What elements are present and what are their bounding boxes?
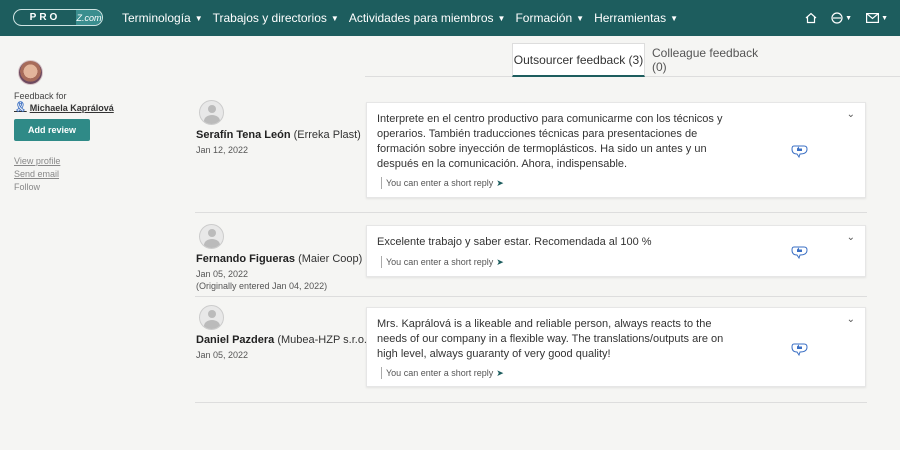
reviewer-company: (Mubea-HZP s.r.o.): [277, 334, 371, 346]
review-date: Jan 05, 2022: [196, 269, 249, 279]
caret-down-icon: ▼: [576, 13, 585, 23]
review-text: Interprete en el centro productivo para …: [377, 113, 723, 170]
reviewer-company: (Maier Coop): [298, 253, 363, 265]
caret-down-icon: ▼: [194, 13, 203, 23]
send-icon[interactable]: ➤: [496, 178, 504, 189]
ribbon-icon: 🎗: [14, 102, 27, 113]
reviewer-name-text: Serafín Tena León: [196, 129, 291, 141]
chevron-down-icon[interactable]: ⌄: [847, 314, 855, 325]
reply-input[interactable]: You can enter a short reply ➤: [381, 177, 504, 189]
review-text: Mrs. Kaprálová is a likeable and reliabl…: [377, 318, 724, 360]
chevron-down-icon[interactable]: ⌄: [847, 232, 855, 243]
review-card: Excelente trabajo y saber estar. Recomen…: [366, 225, 866, 277]
help-icon[interactable]: ▼: [831, 12, 852, 24]
main-nav: Terminología ▼ Trabajos y directorios ▼ Ac…: [122, 0, 688, 36]
caret-down-icon: ▼: [330, 13, 339, 23]
tab-outsourcer-feedback[interactable]: Outsourcer feedback (3): [512, 43, 645, 77]
thumbs-up-icon[interactable]: [791, 341, 809, 356]
reviewer-info: Daniel Pazdera (Mubea-HZP s.r.o.) Jan 05…: [196, 305, 371, 361]
avatar[interactable]: [199, 305, 224, 330]
add-review-button[interactable]: Add review: [14, 119, 90, 141]
caret-down-icon: ▼: [845, 14, 853, 22]
review-divider: [195, 296, 867, 297]
site-logo[interactable]: PRO Z.com: [13, 9, 103, 26]
follow-link[interactable]: Follow: [14, 181, 124, 194]
review-card: Mrs. Kaprálová is a likeable and reliabl…: [366, 307, 866, 387]
nav-label: Terminología: [122, 11, 191, 25]
nav-label: Trabajos y directorios: [212, 11, 327, 25]
nav-actividades[interactable]: Actividades para miembros ▼: [349, 11, 506, 25]
avatar[interactable]: [18, 60, 43, 85]
review-card: Interprete en el centro productivo para …: [366, 102, 866, 198]
nav-label: Formación: [515, 11, 573, 25]
reply-placeholder: You can enter a short reply: [386, 368, 494, 378]
nav-trabajos[interactable]: Trabajos y directorios ▼: [213, 11, 339, 25]
review-original-date: (Originally entered Jan 04, 2022): [196, 281, 328, 291]
reviewer-name: Fernando Figueras (Maier Coop): [196, 253, 363, 265]
send-email-link[interactable]: Send email: [14, 168, 124, 181]
caret-down-icon: ▼: [497, 13, 506, 23]
reviewer-name-text: Fernando Figueras: [196, 253, 296, 265]
reply-placeholder: You can enter a short reply: [386, 257, 494, 267]
reviewer-name: Daniel Pazdera (Mubea-HZP s.r.o.): [196, 334, 371, 346]
reply-cursor: [381, 256, 382, 268]
nav-label: Actividades para miembros: [348, 11, 494, 25]
review-text: Excelente trabajo y saber estar. Recomen…: [377, 236, 652, 248]
view-profile-link[interactable]: View profile: [14, 155, 124, 168]
reviewer-name-text: Daniel Pazdera: [196, 334, 275, 346]
profile-sidebar: Feedback for 🎗 Michaela Kaprálová Add re…: [14, 60, 124, 194]
nav-label: Herramientas: [594, 11, 667, 25]
mail-icon[interactable]: ▼: [866, 13, 888, 23]
caret-down-icon: ▼: [670, 13, 679, 23]
caret-down-icon: ▼: [881, 14, 888, 22]
reply-input[interactable]: You can enter a short reply ➤: [381, 367, 504, 379]
home-icon[interactable]: [805, 12, 817, 24]
reviewer-info: Serafín Tena León (Erreka Plast) Jan 12,…: [196, 100, 361, 156]
reply-input[interactable]: You can enter a short reply ➤: [381, 256, 504, 268]
review-date: Jan 05, 2022: [196, 350, 249, 360]
sidebar-links: View profile Send email Follow: [14, 155, 124, 194]
avatar[interactable]: [199, 100, 224, 125]
top-icons: ▼ ▼: [791, 0, 900, 36]
logo-left: PRO: [29, 12, 61, 23]
nav-formacion[interactable]: Formación ▼: [515, 11, 584, 25]
reply-cursor: [381, 177, 382, 189]
top-navbar: PRO Z.com Terminología ▼ Trabajos y direc…: [0, 0, 900, 36]
thumbs-up-icon[interactable]: [791, 143, 809, 158]
avatar[interactable]: [199, 224, 224, 249]
nav-terminologia[interactable]: Terminología ▼: [122, 11, 203, 25]
profile-name-link[interactable]: 🎗 Michaela Kaprálová: [14, 102, 124, 113]
thumbs-up-icon[interactable]: [791, 244, 809, 259]
review-divider: [195, 212, 867, 213]
logo-right: Z.com: [76, 10, 102, 25]
reply-placeholder: You can enter a short reply: [386, 178, 494, 188]
send-icon[interactable]: ➤: [496, 368, 504, 379]
nav-herramientas[interactable]: Herramientas ▼: [594, 11, 678, 25]
feedback-for-label: Feedback for: [14, 91, 67, 101]
reviewer-info: Fernando Figueras (Maier Coop) Jan 05, 2…: [196, 224, 363, 292]
tab-colleague-feedback[interactable]: Colleague feedback (0): [652, 43, 770, 77]
reviewer-company: (Erreka Plast): [293, 129, 361, 141]
review-date: Jan 12, 2022: [196, 145, 249, 155]
profile-name: Michaela Kaprálová: [29, 102, 114, 113]
review-divider: [195, 402, 867, 403]
reply-cursor: [381, 367, 382, 379]
reviewer-name: Serafín Tena León (Erreka Plast): [196, 129, 361, 141]
chevron-down-icon[interactable]: ⌄: [847, 109, 855, 120]
send-icon[interactable]: ➤: [496, 257, 504, 268]
